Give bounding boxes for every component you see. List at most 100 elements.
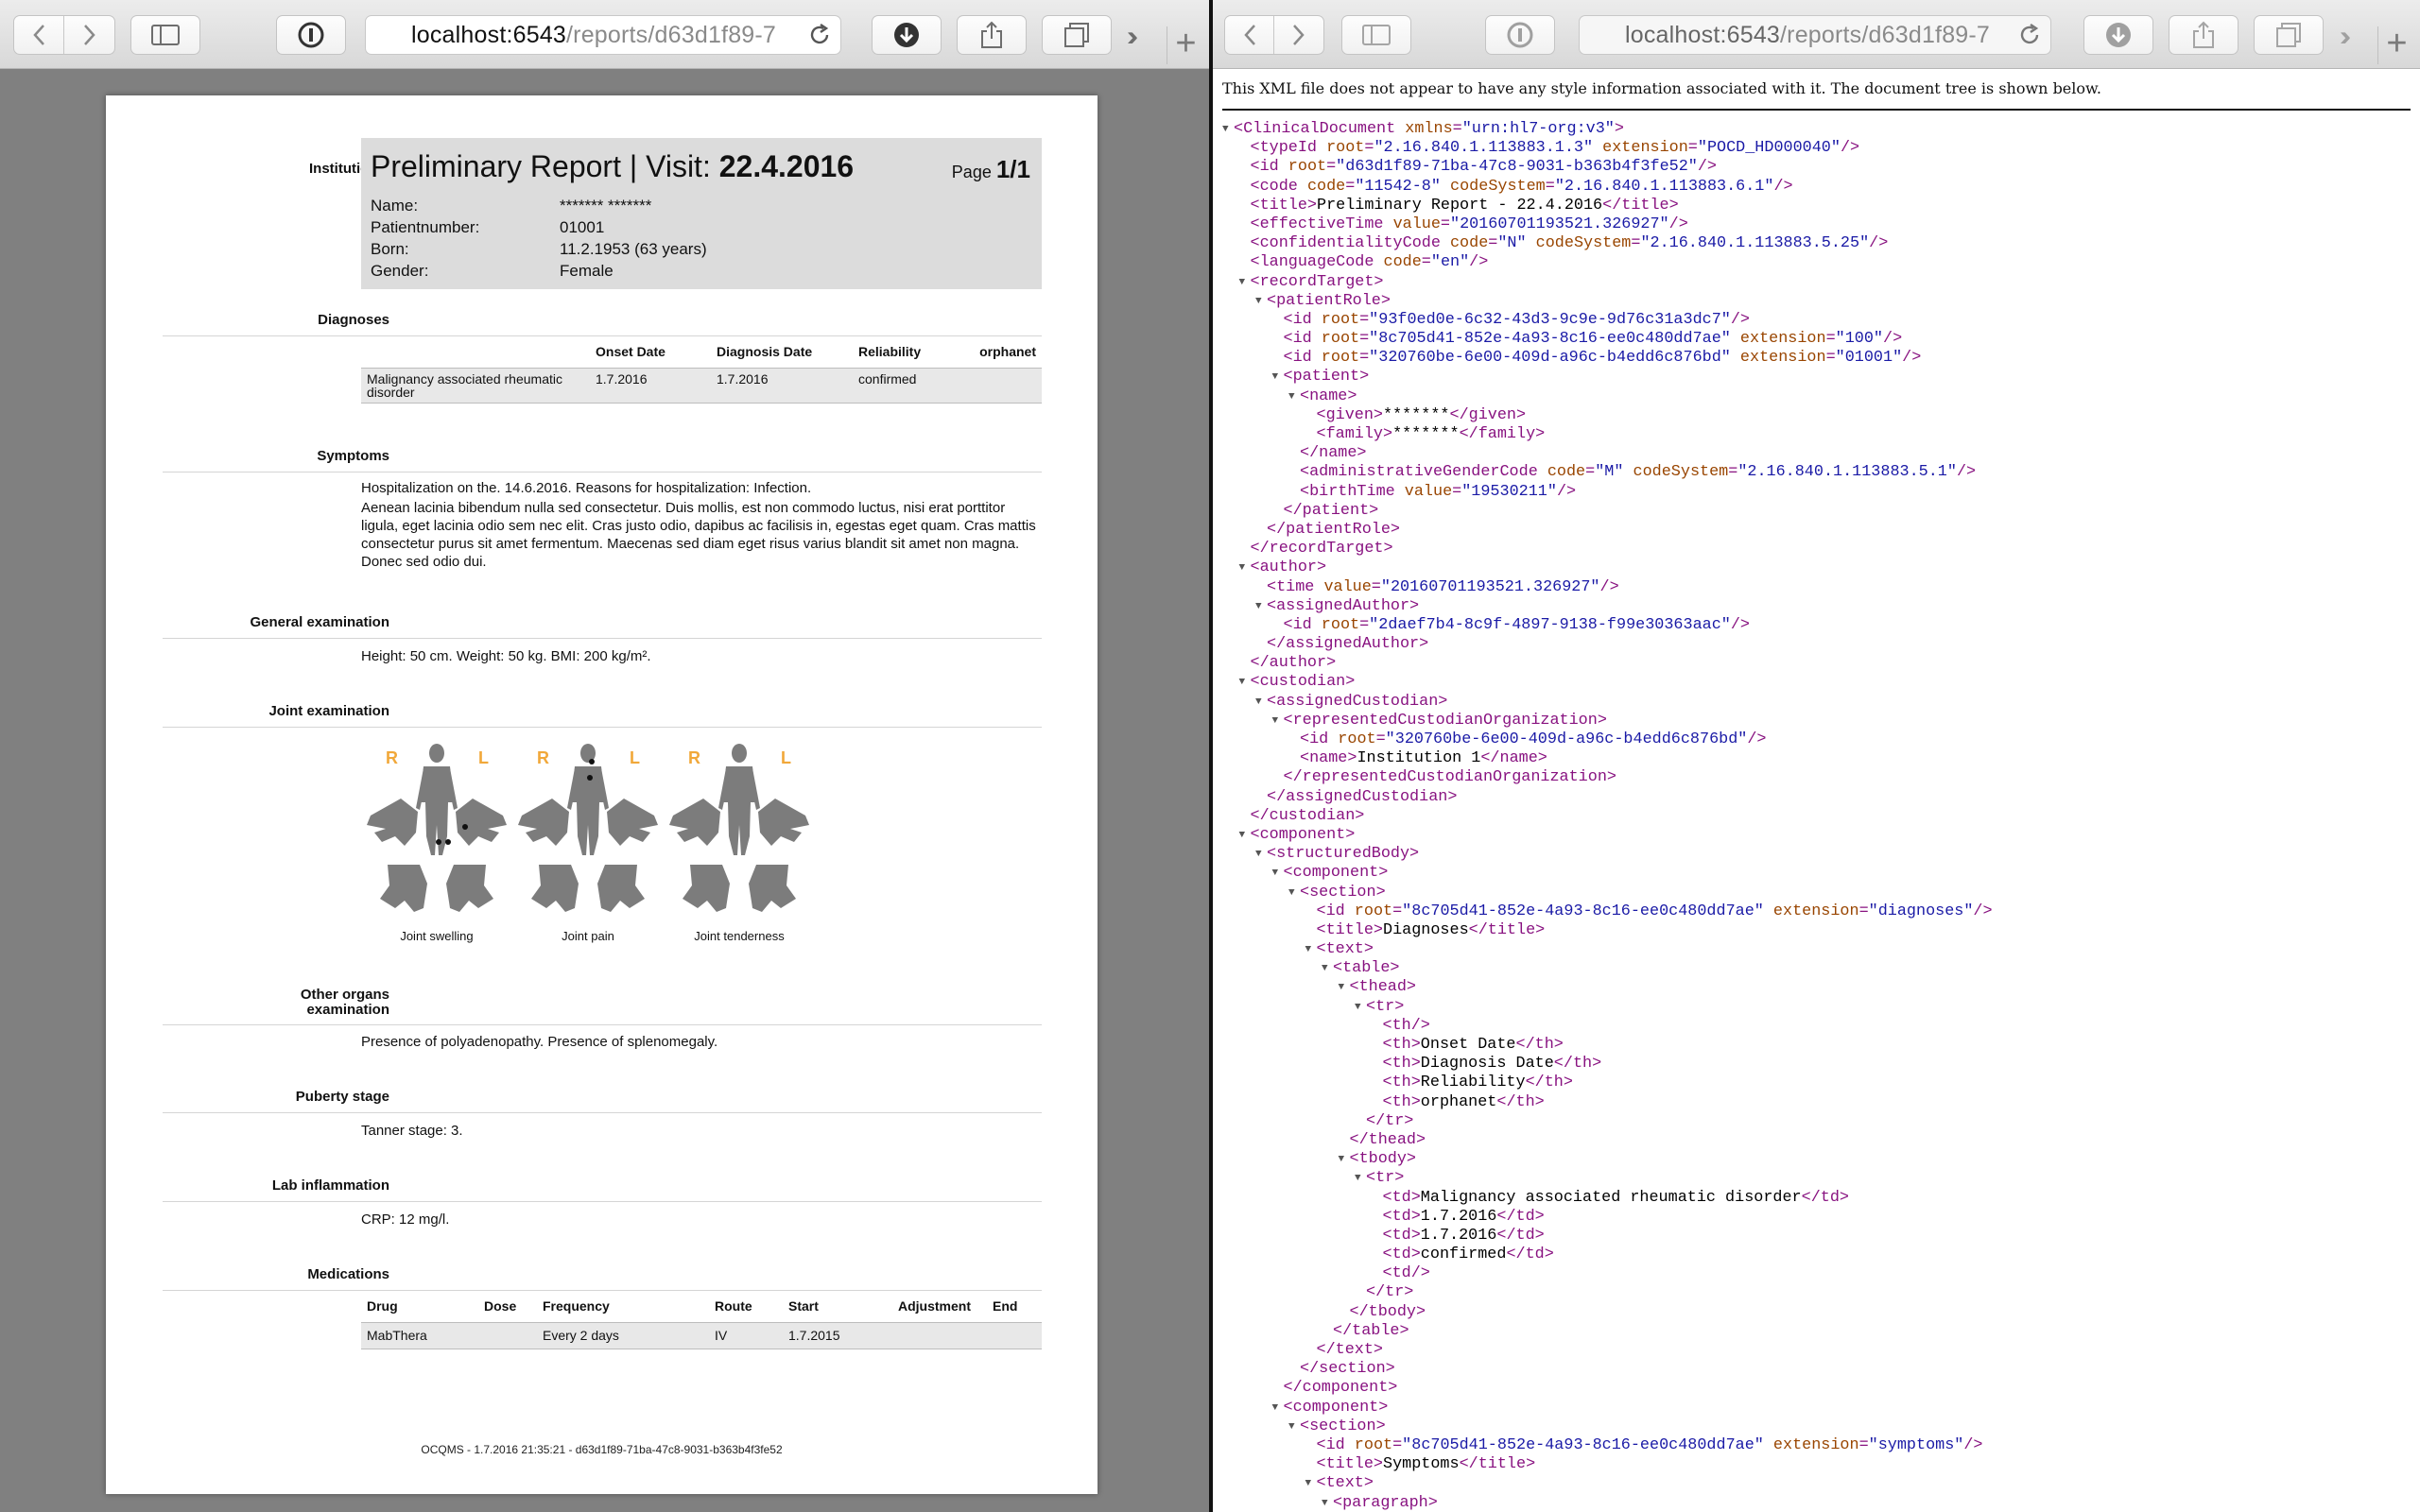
- collapse-triangle-icon[interactable]: ▼: [1288, 387, 1300, 406]
- xml-line[interactable]: ▼ <ClinicalDocument xmlns="urn:hl7-org:v3…: [1222, 120, 2411, 139]
- table-cell: Malignancy associated rheumatic disorder: [361, 368, 590, 404]
- xml-token: xmlns: [1405, 120, 1453, 138]
- collapse-triangle-icon[interactable]: ▼: [1255, 597, 1267, 616]
- report-header: Preliminary Report | Visit: 22.4.2016 Pa…: [361, 138, 1042, 289]
- xml-token: <thead>: [1349, 978, 1417, 997]
- xml-line[interactable]: ▼ <tr>: [1222, 1169, 2411, 1188]
- collapse-triangle-icon[interactable]: ▼: [1272, 712, 1284, 730]
- xml-line: </table>: [1222, 1322, 2411, 1341]
- xml-line: </tr>: [1222, 1112, 2411, 1131]
- xml-line[interactable]: ▼ <recordTarget>: [1222, 273, 2411, 292]
- xml-token: extension: [1739, 330, 1826, 349]
- xml-line[interactable]: ▼ <component>: [1222, 864, 2411, 883]
- xml-line[interactable]: ▼ <patientRole>: [1222, 292, 2411, 311]
- collapse-triangle-icon[interactable]: ▼: [1272, 1399, 1284, 1418]
- table-cell: [478, 1322, 537, 1349]
- xml-line[interactable]: ▼ <custodian>: [1222, 673, 2411, 692]
- toolbar-overflow-icon[interactable]: ››: [2340, 21, 2351, 53]
- sidebar-toggle-button[interactable]: [130, 15, 200, 55]
- collapse-triangle-icon[interactable]: ▼: [1239, 558, 1251, 577]
- collapse-triangle-icon[interactable]: ▼: [1305, 1474, 1317, 1493]
- table-header: Route: [709, 1292, 783, 1323]
- xml-line[interactable]: ▼ <author>: [1222, 558, 2411, 577]
- xml-token: <recordTarget>: [1250, 272, 1384, 291]
- tabs-overview-button[interactable]: [2254, 15, 2324, 55]
- collapse-triangle-icon[interactable]: ▼: [1355, 1169, 1366, 1188]
- xml-line: </text>: [1222, 1341, 2411, 1360]
- collapse-triangle-icon[interactable]: ▼: [1288, 1418, 1300, 1436]
- collapse-triangle-icon[interactable]: ▼: [1239, 273, 1251, 292]
- xml-line[interactable]: ▼ <component>: [1222, 826, 2411, 845]
- xml-line: <td>1.7.2016</td>: [1222, 1227, 2411, 1246]
- collapse-triangle-icon[interactable]: ▼: [1339, 1150, 1350, 1169]
- collapse-triangle-icon[interactable]: ▼: [1355, 998, 1366, 1017]
- downloads-button[interactable]: [2083, 15, 2153, 55]
- xml-line[interactable]: ▼ <structuredBody>: [1222, 845, 2411, 864]
- xml-style-note: This XML file does not appear to have an…: [1222, 79, 2411, 111]
- collapse-triangle-icon[interactable]: ▼: [1288, 884, 1300, 902]
- privacy-report-button[interactable]: [276, 15, 346, 55]
- xml-token: "POCD_HD000040": [1697, 139, 1841, 158]
- xml-token: <administrativeGenderCode: [1300, 463, 1547, 482]
- xml-token: />: [1599, 577, 1619, 596]
- xml-line[interactable]: ▼ <section>: [1222, 1418, 2411, 1436]
- xml-line[interactable]: ▼ <section>: [1222, 884, 2411, 902]
- xml-line[interactable]: ▼ <text>: [1222, 1474, 2411, 1493]
- xml-line: <code code="11542-8" codeSystem="2.16.84…: [1222, 178, 2411, 197]
- table-header: orphanet: [972, 337, 1042, 369]
- xml-line[interactable]: ▼ <paragraph>: [1222, 1494, 2411, 1512]
- xml-line[interactable]: ▼ <representedCustodianOrganization>: [1222, 712, 2411, 730]
- xml-line[interactable]: ▼ <tbody>: [1222, 1150, 2411, 1169]
- collapse-triangle-icon[interactable]: ▼: [1239, 826, 1251, 845]
- reload-icon[interactable]: [2016, 22, 2043, 48]
- back-icon[interactable]: [14, 16, 65, 54]
- xml-line[interactable]: ▼ <patient>: [1222, 368, 2411, 387]
- collapse-triangle-icon[interactable]: ▼: [1272, 864, 1284, 883]
- share-button[interactable]: [2169, 15, 2238, 55]
- xml-token: <typeId: [1250, 139, 1327, 158]
- new-tab-button[interactable]: +: [1167, 26, 1204, 64]
- collapse-triangle-icon[interactable]: ▼: [1339, 978, 1350, 997]
- collapse-triangle-icon[interactable]: ▼: [1305, 940, 1317, 959]
- privacy-report-button[interactable]: [1485, 15, 1555, 55]
- xml-token: "20160701193521.326927": [1380, 577, 1600, 596]
- reload-icon[interactable]: [806, 22, 833, 48]
- forward-icon[interactable]: [64, 16, 114, 54]
- xml-line[interactable]: ▼ <text>: [1222, 940, 2411, 959]
- xml-line: </patient>: [1222, 502, 2411, 521]
- xml-token: "2.16.840.1.113883.5.1": [1737, 463, 1957, 482]
- back-icon[interactable]: [1225, 16, 1275, 54]
- xml-token: <name>: [1300, 387, 1357, 405]
- xml-token: <author>: [1250, 558, 1327, 577]
- xml-token: "d63d1f89-71ba-47c8-9031-b363b4f3fe52": [1336, 158, 1698, 177]
- collapse-triangle-icon[interactable]: ▼: [1255, 693, 1267, 712]
- xml-line[interactable]: ▼ <assignedCustodian>: [1222, 693, 2411, 712]
- new-tab-button[interactable]: +: [2377, 26, 2415, 64]
- xml-token: </table>: [1333, 1321, 1409, 1340]
- collapse-triangle-icon[interactable]: ▼: [1239, 673, 1251, 692]
- collapse-triangle-icon[interactable]: ▼: [1272, 368, 1284, 387]
- address-bar[interactable]: localhost:6543/reports/d63d1f89-7: [365, 15, 841, 55]
- collapse-triangle-icon[interactable]: ▼: [1255, 845, 1267, 864]
- xml-line[interactable]: ▼ <table>: [1222, 959, 2411, 978]
- sidebar-toggle-button[interactable]: [1341, 15, 1411, 55]
- xml-token: root: [1354, 902, 1393, 920]
- toolbar-overflow-icon[interactable]: ››: [1127, 21, 1138, 53]
- forward-icon[interactable]: [1274, 16, 1323, 54]
- collapse-triangle-icon[interactable]: ▼: [1322, 1494, 1333, 1512]
- xml-token: Diagnoses: [1383, 920, 1469, 939]
- xml-line: </recordTarget>: [1222, 540, 2411, 558]
- collapse-triangle-icon[interactable]: ▼: [1222, 120, 1234, 139]
- share-button[interactable]: [957, 15, 1027, 55]
- downloads-button[interactable]: [872, 15, 942, 55]
- xml-line[interactable]: ▼ <name>: [1222, 387, 2411, 406]
- tabs-overview-button[interactable]: [1042, 15, 1112, 55]
- xml-line[interactable]: ▼ <tr>: [1222, 998, 2411, 1017]
- xml-line[interactable]: ▼ <component>: [1222, 1399, 2411, 1418]
- xml-line[interactable]: ▼ <assignedAuthor>: [1222, 597, 2411, 616]
- address-bar[interactable]: localhost:6543/reports/d63d1f89-7: [1579, 15, 2051, 55]
- collapse-triangle-icon[interactable]: ▼: [1322, 959, 1333, 978]
- xml-line[interactable]: ▼ <thead>: [1222, 978, 2411, 997]
- collapse-triangle-icon[interactable]: ▼: [1255, 292, 1267, 311]
- tabs-icon: [1064, 23, 1089, 47]
